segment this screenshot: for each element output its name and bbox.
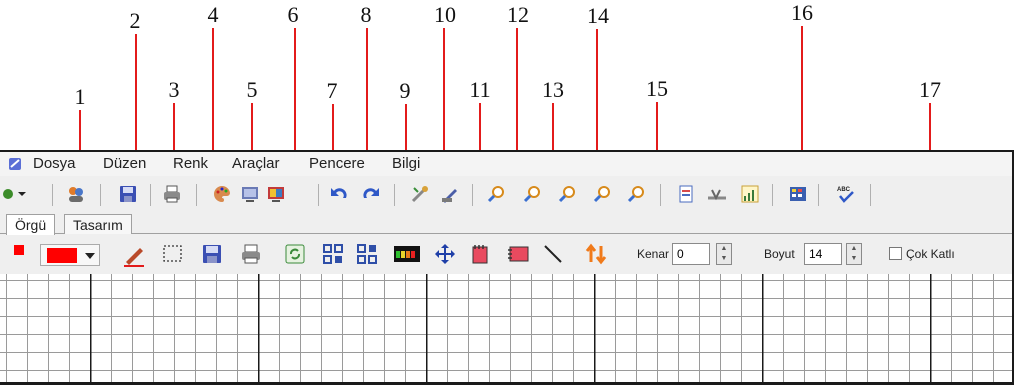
menu-bar: Dosya Düzen Renk Araçlar Pencere Bilgi: [0, 152, 1012, 176]
callout-10: 10: [434, 2, 456, 27]
pattern-grid[interactable]: [0, 274, 1012, 382]
toolbar-separator: [100, 184, 101, 206]
callout-13: 13: [542, 77, 564, 102]
toolbar-separator: [660, 184, 661, 206]
kenar-input[interactable]: [672, 243, 710, 265]
bar-chart-icon[interactable]: [740, 184, 760, 204]
kenar-spinner[interactable]: ▲ ▼: [716, 243, 732, 265]
callout-3: 3: [168, 77, 180, 102]
cok-katli-checkbox[interactable]: [889, 247, 902, 260]
menu-bilgi[interactable]: Bilgi: [392, 155, 420, 172]
app-logo-icon: [9, 158, 21, 170]
document-properties-icon[interactable]: [676, 184, 696, 204]
spell-check-icon[interactable]: ABC: [834, 184, 858, 204]
callout-4: 4: [207, 2, 219, 27]
ruler-icon[interactable]: [706, 184, 730, 204]
undo-icon[interactable]: [326, 184, 350, 204]
kenar-label: Kenar: [637, 247, 670, 261]
zoom-fit-icon[interactable]: [592, 184, 612, 204]
zoom-icon[interactable]: [486, 184, 506, 204]
color-picker-dropdown[interactable]: [40, 244, 100, 266]
move-icon[interactable]: [433, 242, 457, 266]
callout-1: 1: [74, 84, 86, 109]
tab-bar: Örgü Tasarım: [0, 212, 1012, 235]
print-icon[interactable]: [162, 184, 182, 204]
main-toolbar: ABC: [0, 176, 1012, 212]
callout-5: 5: [246, 77, 258, 102]
zoom-actual-icon[interactable]: [626, 184, 646, 204]
pattern-toolbar: Kenar ▲▼ Boyut ▲▼ Çok Katlı: [0, 234, 1012, 274]
tab-tasarim[interactable]: Tasarım: [64, 214, 132, 235]
toolbar-separator: [318, 184, 319, 206]
save-pattern-icon[interactable]: [201, 243, 223, 265]
callout-12: 12: [507, 2, 529, 27]
toolbar-separator: [772, 184, 773, 206]
menu-araclar[interactable]: Araçlar: [232, 155, 280, 172]
flip-vertical-icon[interactable]: [356, 243, 378, 265]
small-color-swatch[interactable]: [14, 245, 24, 255]
callout-15: 15: [646, 76, 668, 101]
toolbar-separator: [394, 184, 395, 206]
callout-7: 7: [326, 78, 338, 103]
callout-2: 2: [129, 8, 141, 33]
calculator-icon[interactable]: [788, 184, 808, 204]
new-dropdown-icon[interactable]: [2, 184, 30, 204]
boyut-label: Boyut: [764, 247, 795, 261]
tools-icon[interactable]: [410, 184, 430, 204]
callout-8: 8: [360, 2, 372, 27]
insert-row-icon[interactable]: [506, 244, 530, 264]
toolbar-separator: [818, 184, 819, 206]
redo-icon[interactable]: [360, 184, 384, 204]
palette-icon[interactable]: [212, 184, 232, 204]
callout-9: 9: [399, 78, 411, 103]
zoom-out-icon[interactable]: [557, 184, 577, 204]
flip-horizontal-icon[interactable]: [322, 243, 344, 265]
pen-tool-icon[interactable]: [440, 184, 460, 204]
pencil-icon[interactable]: [122, 242, 148, 268]
chevron-down-icon: [85, 253, 95, 259]
insert-column-icon[interactable]: [470, 243, 490, 265]
color-screen-icon[interactable]: [266, 184, 286, 204]
callout-11: 11: [469, 77, 491, 102]
app-window: Dosya Düzen Renk Araçlar Pencere Bilgi A…: [0, 150, 1014, 385]
print-pattern-icon[interactable]: [240, 243, 262, 265]
menu-pencere[interactable]: Pencere: [309, 155, 365, 172]
swap-vertical-icon[interactable]: [584, 242, 608, 266]
cok-katli-label: Çok Katlı: [906, 247, 955, 261]
boyut-input[interactable]: [804, 243, 842, 265]
toolbar-separator: [150, 184, 151, 206]
toolbar-separator: [472, 184, 473, 206]
zoom-in-icon[interactable]: [522, 184, 542, 204]
toolbar-separator: [52, 184, 53, 206]
toolbar-separator: [196, 184, 197, 206]
menu-duzen[interactable]: Düzen: [103, 155, 146, 172]
line-tool-icon[interactable]: [542, 243, 564, 265]
screen-grid-icon[interactable]: [240, 184, 260, 204]
callout-14: 14: [587, 3, 609, 28]
tab-orgu[interactable]: Örgü: [6, 214, 56, 235]
save-icon[interactable]: [118, 184, 138, 204]
callout-6: 6: [287, 2, 299, 27]
boyut-spinner[interactable]: ▲ ▼: [846, 243, 862, 265]
menu-dosya[interactable]: Dosya: [33, 155, 76, 172]
refresh-icon[interactable]: [284, 243, 306, 265]
svg-text:ABC: ABC: [837, 187, 851, 193]
color-bar-icon[interactable]: [394, 246, 420, 262]
selection-icon[interactable]: [162, 243, 184, 265]
toolbar-separator: [870, 184, 871, 206]
menu-renk[interactable]: Renk: [173, 155, 208, 172]
callout-17: 17: [919, 77, 941, 102]
color-swatch: [47, 248, 77, 263]
users-icon[interactable]: [66, 184, 86, 204]
callout-16: 16: [791, 0, 813, 25]
